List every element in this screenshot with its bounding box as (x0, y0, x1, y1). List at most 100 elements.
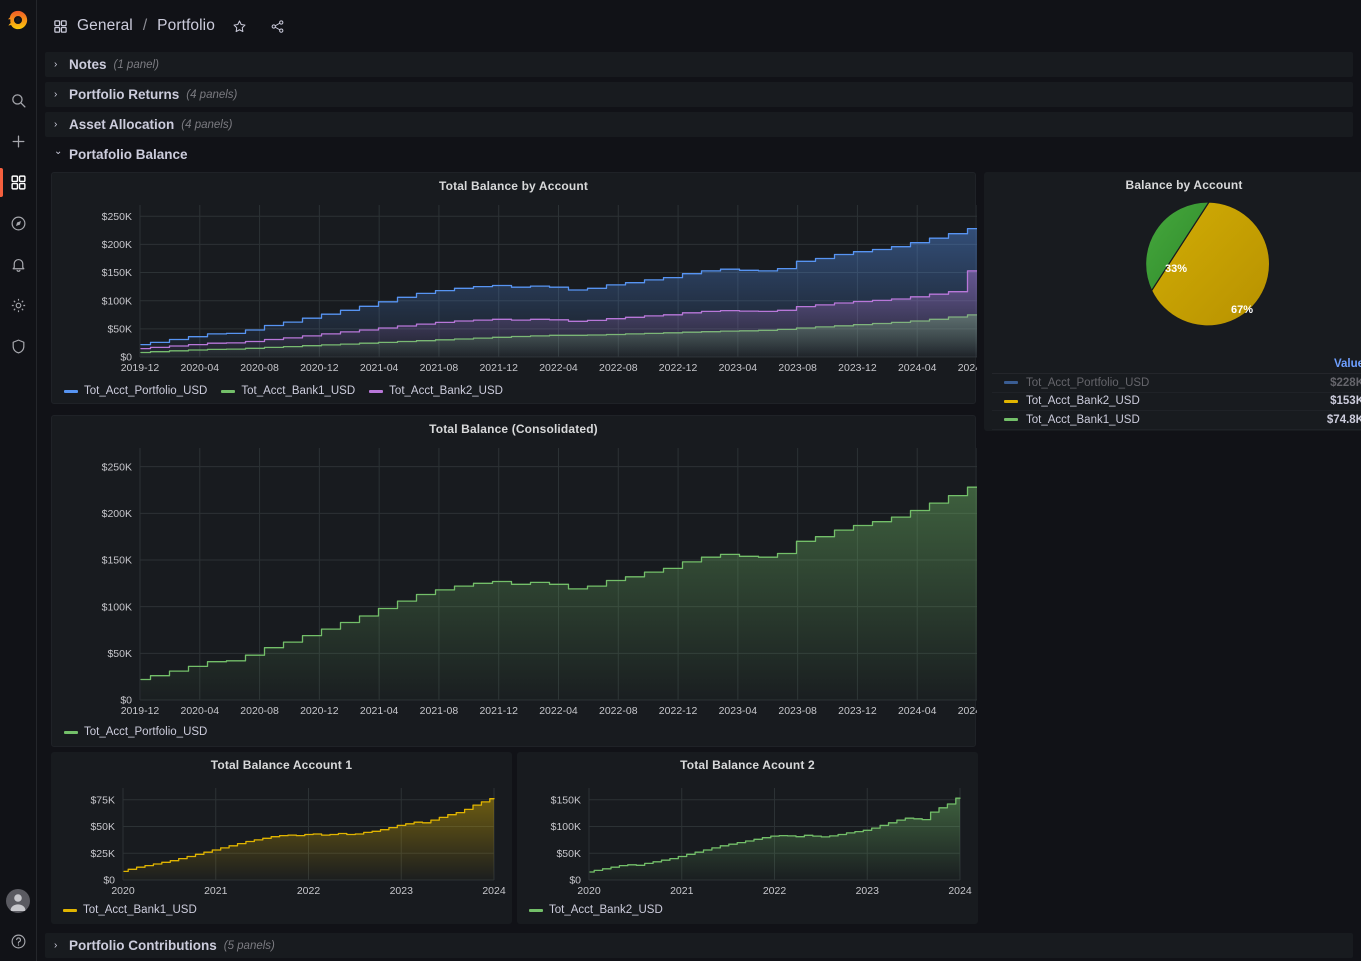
chevron-right-icon: › (54, 119, 58, 130)
alerting-bell-icon[interactable] (0, 246, 37, 283)
configuration-gear-icon[interactable] (0, 287, 37, 324)
panel-total-balance-consolidated: Total Balance (Consolidated) $0 $50K $100K… (51, 415, 977, 747)
legend-series-name: Tot_Acct_Bank2_USD (1026, 395, 1140, 408)
svg-text:2021-08: 2021-08 (420, 705, 459, 717)
legend-swatch (1004, 381, 1018, 385)
svg-text:2024-04: 2024-04 (898, 705, 937, 717)
legend-item[interactable]: Tot_Acct_Bank1_USD (63, 904, 197, 916)
row-header-asset-allocation[interactable]: › Asset Allocation (4 panels) (45, 112, 1353, 137)
dashboards-icon[interactable] (0, 164, 37, 201)
svg-text:2022-08: 2022-08 (599, 362, 638, 374)
legend-series-value: $153K (1330, 395, 1361, 408)
breadcrumb-folder[interactable]: General (77, 17, 133, 35)
search-icon[interactable] (0, 82, 37, 119)
legend-swatch (64, 730, 78, 734)
chart-legend: Tot_Acct_Bank1_USD (51, 904, 197, 916)
svg-text:$50K: $50K (107, 648, 132, 660)
svg-text:2022: 2022 (297, 885, 321, 897)
legend-item[interactable]: Tot_Acct_Bank2_USD (369, 385, 503, 397)
svg-text:2020-08: 2020-08 (240, 705, 279, 717)
svg-text:$100K: $100K (102, 601, 132, 613)
legend-item[interactable]: Tot_Acct_Portfolio_USD (64, 726, 207, 738)
legend-item[interactable]: Tot_Acct_Bank1_USD (221, 385, 355, 397)
legend-item[interactable]: Tot_Acct_Bank2_USD (529, 904, 663, 916)
pie-chart[interactable]: 67% 33% (984, 194, 1361, 334)
panel-total-balance-account-1: Total Balance Account 1 $0 $25K $50K $75K 20… (51, 752, 512, 924)
dashboard-content: › Notes (1 panel) › Portfolio Returns (4… (37, 52, 1361, 961)
svg-text:2020-08: 2020-08 (240, 362, 279, 374)
row-panel-count: (1 panel) (113, 58, 159, 71)
row-title: Portafolio Balance (69, 147, 188, 162)
dashboard-grid-icon (53, 19, 68, 34)
svg-text:2023-12: 2023-12 (838, 705, 877, 717)
svg-text:$100K: $100K (102, 295, 132, 307)
svg-text:2023: 2023 (856, 885, 880, 897)
svg-text:2023-04: 2023-04 (719, 362, 758, 374)
legend-label: Tot_Acct_Bank2_USD (389, 385, 503, 397)
chart-plot-area[interactable]: $0$25K$50K$75K2020 2021 2022 2023 2024 (51, 776, 512, 904)
legend-swatch (64, 389, 78, 393)
grafana-logo[interactable] (0, 0, 37, 40)
chevron-right-icon: › (54, 59, 58, 70)
chart-plot-area[interactable]: $0$50K$100K$150K2020 2021 2022 2023 2024 (517, 776, 978, 904)
legend-swatch (1004, 399, 1018, 403)
svg-text:2022-08: 2022-08 (599, 705, 638, 717)
svg-text:2020-12: 2020-12 (300, 362, 339, 374)
svg-text:2021: 2021 (670, 885, 694, 897)
row-header-portfolio-returns[interactable]: › Portfolio Returns (4 panels) (45, 82, 1353, 107)
row-header-portafolio-balance[interactable]: ⌄ Portafolio Balance (45, 142, 1353, 167)
legend-label: Tot_Acct_Bank1_USD (83, 904, 197, 916)
plus-icon[interactable] (0, 123, 37, 160)
legend-series-value: $228K (1330, 376, 1361, 389)
legend-row-bank1[interactable]: Tot_Acct_Bank1_USD $74.8K (992, 411, 1361, 430)
row-header-portfolio-contributions[interactable]: › Portfolio Contributions (5 panels) (45, 933, 1353, 958)
chevron-down-icon: ⌄ (54, 146, 63, 157)
svg-text:2022-12: 2022-12 (659, 705, 698, 717)
legend-row-bank2[interactable]: Tot_Acct_Bank2_USD $153K (992, 393, 1361, 411)
star-icon[interactable] (230, 17, 249, 36)
svg-text:$150K: $150K (102, 267, 132, 279)
svg-text:$150K: $150K (551, 794, 581, 806)
svg-text:$100K: $100K (551, 821, 581, 833)
svg-text:2024-04: 2024-04 (898, 362, 937, 374)
user-avatar[interactable] (0, 882, 37, 919)
legend-label: Tot_Acct_Portfolio_USD (84, 726, 208, 738)
svg-text:2023-12: 2023-12 (838, 362, 877, 374)
svg-text:2019-12: 2019-12 (121, 705, 160, 717)
legend-swatch (369, 389, 384, 393)
chart-plot-area[interactable]: $0$50K$100K$150K$200K$250K2019-12 2020-04… (52, 438, 977, 724)
legend-series-name: Tot_Acct_Portfolio_USD (1026, 376, 1150, 389)
svg-text:2020-12: 2020-12 (300, 705, 339, 717)
chart-plot-area[interactable]: $0$50K$100K$150K$200K$250K2019-12 2020-04… (52, 195, 977, 381)
explore-compass-icon[interactable] (0, 205, 37, 242)
share-icon[interactable] (268, 17, 287, 36)
main-sidebar (0, 0, 37, 961)
svg-text:2020: 2020 (577, 885, 601, 897)
help-icon[interactable] (0, 927, 37, 955)
svg-text:2021-12: 2021-12 (479, 705, 518, 717)
svg-text:2023-04: 2023-04 (719, 705, 758, 717)
legend-swatch (1004, 418, 1018, 422)
row-header-notes[interactable]: › Notes (1 panel) (45, 52, 1353, 77)
svg-text:2021-04: 2021-04 (360, 362, 399, 374)
svg-text:2024-08: 2024-08 (958, 705, 977, 717)
legend-label: Tot_Acct_Bank2_USD (549, 904, 663, 916)
legend-value-header[interactable]: Value (992, 358, 1361, 374)
row-panel-count: (4 panels) (186, 88, 238, 101)
legend-row-portfolio[interactable]: Tot_Acct_Portfolio_USD $228K (992, 374, 1361, 393)
panel-title: Total Balance Account 1 (210, 758, 353, 772)
svg-text:2024: 2024 (948, 885, 972, 897)
svg-text:2020: 2020 (111, 885, 135, 897)
svg-text:$75K: $75K (90, 794, 115, 806)
svg-text:$50K: $50K (556, 848, 581, 860)
svg-text:$25K: $25K (90, 848, 115, 860)
page-title[interactable]: Portfolio (157, 17, 215, 35)
svg-text:2023-08: 2023-08 (778, 705, 817, 717)
legend-swatch (529, 908, 543, 912)
svg-text:2022-12: 2022-12 (659, 362, 698, 374)
legend-label: Tot_Acct_Bank1_USD (241, 385, 356, 397)
legend-item[interactable]: Tot_Acct_Portfolio_USD (64, 385, 207, 397)
row-title: Portfolio Contributions (69, 938, 217, 953)
svg-text:$50K: $50K (90, 821, 115, 833)
server-admin-shield-icon[interactable] (0, 328, 37, 365)
